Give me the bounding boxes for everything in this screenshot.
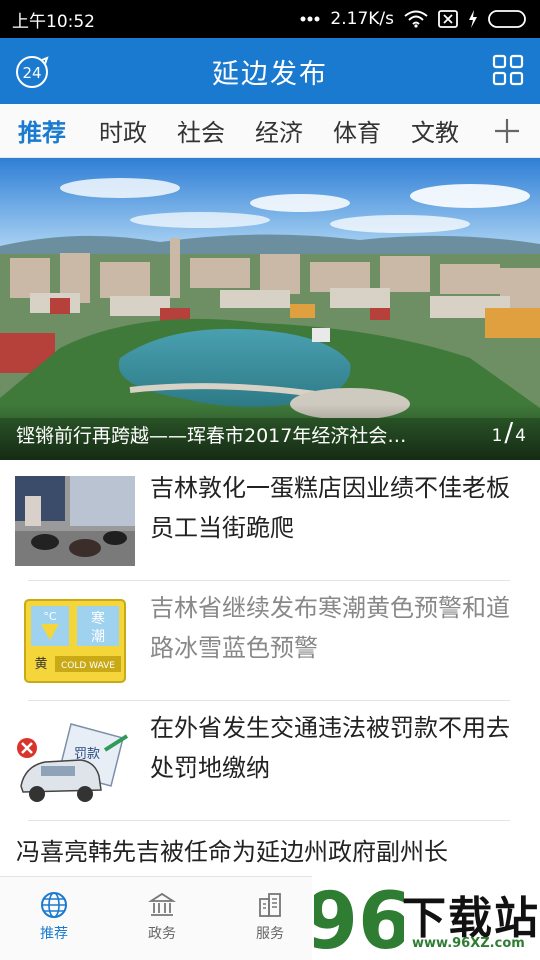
news-title: 吉林省继续发布寒潮黄色预警和道路冰雪蓝色预警 xyxy=(150,594,510,662)
status-bar: 上午10:52 2.17K/s xyxy=(0,0,540,38)
news-thumbnail xyxy=(15,476,135,566)
hero-page-slash: / xyxy=(504,418,514,448)
news-item[interactable]: 罚款 在外省发生交通违法被罚款不用去处罚地缴纳 xyxy=(0,700,540,820)
status-icons: 2.17K/s xyxy=(300,9,528,29)
news-title: 吉林敦化一蛋糕店因业绩不佳老板员工当街跪爬 xyxy=(150,474,510,542)
network-speed: 2.17K/s xyxy=(330,9,394,29)
status-time: 上午10:52 xyxy=(12,11,95,32)
news-title: 冯喜亮韩先吉被任命为延边州政府副州长 xyxy=(16,838,448,866)
sim-icon xyxy=(438,10,458,28)
news-thumbnail: °C 寒 潮 黄 COLD WAVE xyxy=(15,596,135,686)
warning-level-text: 黄 xyxy=(34,657,47,672)
tab-society[interactable]: 社会 xyxy=(162,113,240,148)
tab-economy[interactable]: 经济 xyxy=(240,113,318,148)
news-item[interactable]: °C 寒 潮 黄 COLD WAVE 吉林省继续发布寒潮黄色预警和道路冰雪蓝色预… xyxy=(0,580,540,700)
wifi-icon xyxy=(404,10,428,28)
app-title: 延边发布 xyxy=(212,58,328,90)
cold-vertical-text-2: 潮 xyxy=(91,629,105,645)
tab-politics[interactable]: 时政 xyxy=(84,113,162,148)
cold-symbol-text: °C xyxy=(43,610,57,623)
news-thumbnail: 罚款 xyxy=(15,716,135,806)
globe-icon xyxy=(41,892,67,918)
cold-wave-warning-icon: °C 寒 潮 黄 COLD WAVE xyxy=(15,596,135,686)
hero-caption: 铿锵前行再跨越——珲春市2017年经济社会… xyxy=(16,425,407,447)
clock-24-label: 24 xyxy=(22,64,41,82)
hero-page-indicator: 1/4 xyxy=(492,418,526,448)
tab-culture-education[interactable]: 文教 xyxy=(396,113,474,148)
category-tabs: 推荐 时政 社会 经济 体育 文教 xyxy=(0,104,540,158)
charging-icon xyxy=(469,10,477,28)
nav-government[interactable]: 政务 xyxy=(108,877,216,960)
street-scene-photo xyxy=(15,476,135,566)
nav-label: 服务 xyxy=(256,926,284,942)
watermark-number: 96 xyxy=(314,877,404,960)
watermark-url: www.96XZ.com xyxy=(412,936,525,951)
tab-recommend[interactable]: 推荐 xyxy=(0,113,84,148)
hero-page-total: 4 xyxy=(515,426,526,446)
plus-icon[interactable] xyxy=(492,116,522,146)
signal-dots-icon xyxy=(300,16,320,22)
government-building-icon xyxy=(148,892,176,916)
city-building-icon xyxy=(259,893,281,917)
watermark-96-logo: 96 xyxy=(314,877,404,960)
hero-banner[interactable]: 铿锵前行再跨越——珲春市2017年经济社会… 1/4 xyxy=(0,158,540,460)
cold-wave-english-text: COLD WAVE xyxy=(61,661,115,671)
news-item[interactable]: 冯喜亮韩先吉被任命为延边州政府副州长 xyxy=(0,820,540,876)
traffic-fine-illustration: 罚款 xyxy=(15,716,135,806)
clock-24-icon[interactable]: 24 xyxy=(14,54,50,90)
hero-page-current: 1 xyxy=(491,426,503,446)
tab-sports[interactable]: 体育 xyxy=(318,113,396,148)
battery-icon xyxy=(488,10,526,28)
news-title: 在外省发生交通违法被罚款不用去处罚地缴纳 xyxy=(150,714,510,782)
nav-label: 推荐 xyxy=(40,926,68,942)
grid-menu-icon[interactable] xyxy=(492,54,524,86)
nav-service[interactable]: 服务 xyxy=(216,877,324,960)
watermark-logo: 96 下载站 www.96XZ.com xyxy=(312,876,540,960)
app-header: 24 延边发布 xyxy=(0,38,540,104)
nav-label: 政务 xyxy=(148,926,176,942)
cold-vertical-text-1: 寒 xyxy=(91,610,105,627)
nav-recommend[interactable]: 推荐 xyxy=(0,877,108,960)
news-item[interactable]: 吉林敦化一蛋糕店因业绩不佳老板员工当街跪爬 xyxy=(0,460,540,580)
